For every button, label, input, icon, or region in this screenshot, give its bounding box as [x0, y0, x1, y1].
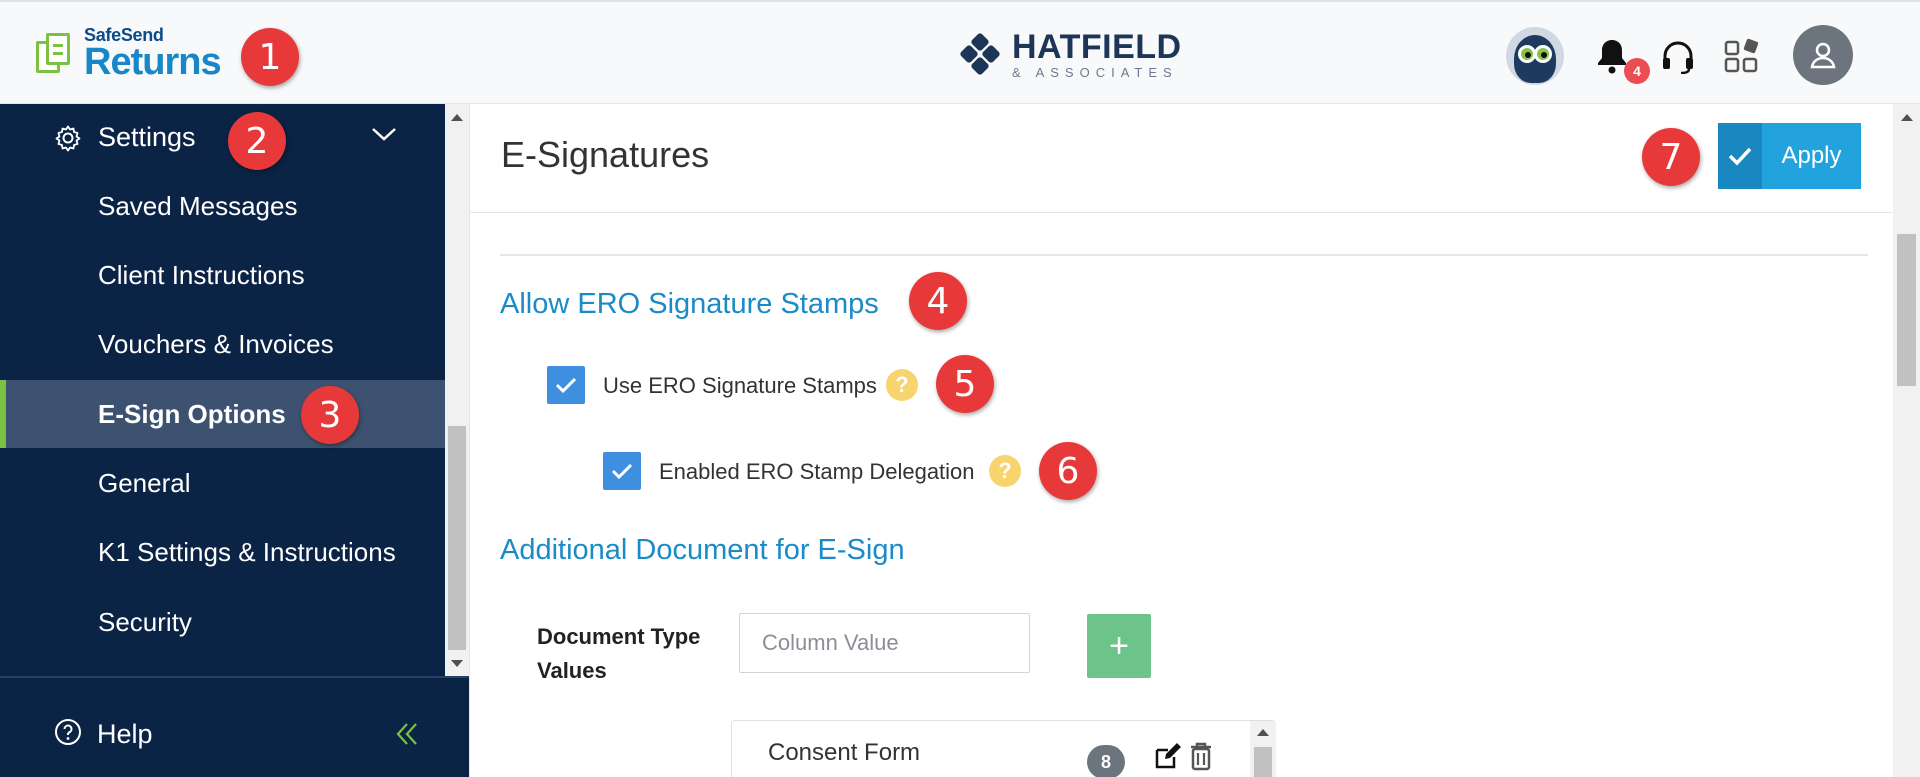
- sidebar-item-security[interactable]: Security: [0, 588, 445, 656]
- company-logo-icon: [958, 31, 1002, 77]
- safesend-logo-icon: [36, 31, 74, 77]
- annotation-badge-2: 2: [228, 112, 286, 170]
- sidebar-item-saved-messages[interactable]: Saved Messages: [0, 172, 445, 240]
- edit-icon[interactable]: [1153, 741, 1183, 771]
- page-scroll-thumb[interactable]: [1897, 234, 1916, 386]
- user-icon: [1810, 42, 1836, 69]
- trash-icon[interactable]: [1188, 741, 1214, 771]
- sidebar-scroll-thumb[interactable]: [448, 426, 466, 650]
- sidebar-item-label: General: [98, 467, 191, 498]
- help-question-icon[interactable]: ?: [886, 369, 918, 401]
- scroll-up-arrow-icon[interactable]: [1901, 114, 1913, 121]
- sidebar-item-label: Saved Messages: [98, 190, 298, 221]
- scroll-down-arrow-icon[interactable]: [451, 660, 463, 667]
- ero-delegation-label: Enabled ERO Stamp Delegation: [659, 459, 975, 484]
- help-link[interactable]: Help: [97, 719, 153, 750]
- top-header: SafeSend Returns 1 HATFIELD & ASSOCIATES…: [0, 0, 1920, 104]
- help-circle-icon[interactable]: [54, 718, 82, 746]
- company-name: HATFIELD: [1012, 28, 1182, 66]
- checkmark-icon: [555, 377, 577, 394]
- checkmark-icon: [611, 463, 633, 480]
- check-icon: [1718, 123, 1762, 189]
- add-document-type-button[interactable]: +: [1087, 614, 1151, 678]
- annotation-badge-3: 3: [301, 386, 359, 444]
- page-scrollbar[interactable]: [1893, 104, 1920, 777]
- sidebar-item-general[interactable]: General: [0, 449, 445, 517]
- notification-count-badge: 4: [1624, 58, 1650, 84]
- section-title-ero-stamps: Allow ERO Signature Stamps: [500, 288, 879, 320]
- page-title: E-Signatures: [501, 134, 710, 175]
- document-type-values-label: Document Type Values: [537, 624, 701, 683]
- chevron-down-icon: [372, 128, 396, 141]
- sidebar-item-label: Client Instructions: [98, 259, 305, 290]
- document-list-scrollbar[interactable]: [1250, 721, 1276, 777]
- gear-icon: [55, 125, 81, 152]
- user-profile-button[interactable]: [1793, 25, 1853, 85]
- annotation-badge-4: 4: [909, 272, 967, 330]
- company-logo: HATFIELD & ASSOCIATES: [958, 30, 1182, 79]
- annotation-badge-8: 8: [1087, 745, 1125, 777]
- scroll-up-arrow-icon[interactable]: [1257, 729, 1269, 736]
- use-ero-stamps-label: Use ERO Signature Stamps: [603, 373, 877, 398]
- headset-icon[interactable]: [1658, 36, 1698, 76]
- owl-avatar-icon[interactable]: [1506, 27, 1564, 85]
- safesend-returns-logo[interactable]: SafeSend Returns: [36, 26, 222, 83]
- sidebar-item-k1-settings[interactable]: K1 Settings & Instructions: [0, 518, 445, 586]
- sidebar-item-label: Security: [98, 606, 192, 637]
- sidebar-item-label: E-Sign Options: [98, 398, 286, 429]
- sidebar-item-esign-options[interactable]: E-Sign Options: [0, 380, 445, 448]
- company-subtitle: & ASSOCIATES: [1012, 65, 1178, 80]
- apply-button[interactable]: Apply: [1718, 123, 1861, 189]
- sidebar-item-label: K1 Settings & Instructions: [98, 536, 396, 567]
- annotation-badge-7: 7: [1642, 128, 1700, 186]
- annotation-badge-6: 6: [1039, 442, 1097, 500]
- section-divider: [500, 254, 1868, 256]
- sidebar-item-client-instructions[interactable]: Client Instructions: [0, 241, 445, 309]
- sidebar-settings-toggle[interactable]: Settings: [0, 104, 445, 170]
- sidebar-footer: Help: [0, 676, 469, 777]
- sidebar-scrollbar[interactable]: [445, 104, 469, 676]
- document-list-scroll-thumb[interactable]: [1254, 747, 1272, 777]
- apps-grid-icon[interactable]: [1722, 36, 1762, 76]
- apply-button-label: Apply: [1781, 142, 1842, 169]
- ero-delegation-checkbox[interactable]: [603, 452, 641, 490]
- scroll-up-arrow-icon[interactable]: [451, 114, 463, 121]
- list-item[interactable]: Consent Form: [768, 739, 920, 767]
- annotation-badge-5: 5: [936, 355, 994, 413]
- brand-big-text: Returns: [84, 41, 222, 83]
- document-type-list: Consent Form 8: [731, 720, 1276, 777]
- section-title-additional-docs: Additional Document for E-Sign: [500, 534, 905, 566]
- sidebar-settings-label: Settings: [98, 122, 196, 152]
- double-chevron-left-icon[interactable]: [394, 721, 420, 747]
- title-divider: [470, 212, 1894, 213]
- annotation-badge-1: 1: [241, 28, 299, 86]
- sidebar: Settings 2 Saved Messages Client Instruc…: [0, 104, 469, 777]
- main-content: E-Signatures 7 Apply Allow ERO Signature…: [469, 104, 1894, 777]
- column-value-input[interactable]: [739, 613, 1030, 673]
- use-ero-stamps-checkbox[interactable]: [547, 366, 585, 404]
- help-question-icon[interactable]: ?: [989, 455, 1021, 487]
- sidebar-item-vouchers-invoices[interactable]: Vouchers & Invoices: [0, 310, 445, 378]
- sidebar-menu: Settings 2 Saved Messages Client Instruc…: [0, 104, 445, 676]
- sidebar-item-label: Vouchers & Invoices: [98, 328, 334, 359]
